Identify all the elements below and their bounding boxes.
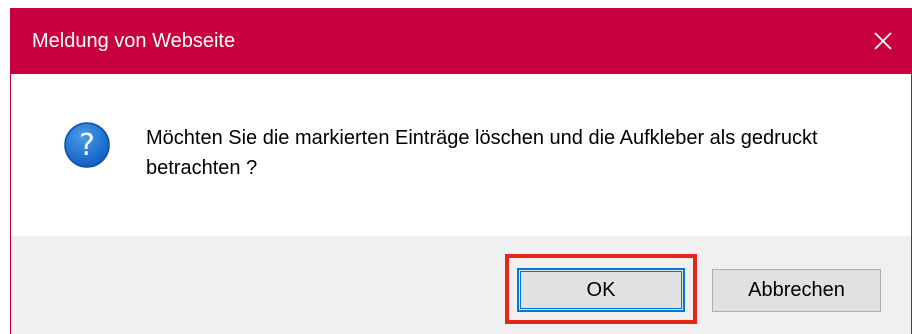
dialog-message: Möchten Sie die markierten Einträge lösc… bbox=[146, 127, 818, 179]
close-icon bbox=[874, 32, 892, 50]
question-icon: ? bbox=[64, 122, 110, 168]
title-bar: Meldung von Webseite bbox=[11, 8, 911, 74]
svg-text:?: ? bbox=[79, 128, 95, 163]
dialog-footer: OK Abbrechen bbox=[11, 236, 911, 334]
cancel-button[interactable]: Abbrechen bbox=[712, 269, 881, 312]
dialog-content: ? Möchten Sie die markierten Einträge lö… bbox=[11, 74, 911, 236]
close-button[interactable] bbox=[855, 8, 911, 74]
message-dialog: Meldung von Webseite ? Möchten Sie die m… bbox=[10, 8, 912, 334]
dialog-title: Meldung von Webseite bbox=[32, 30, 236, 52]
ok-button[interactable]: OK bbox=[517, 268, 685, 312]
